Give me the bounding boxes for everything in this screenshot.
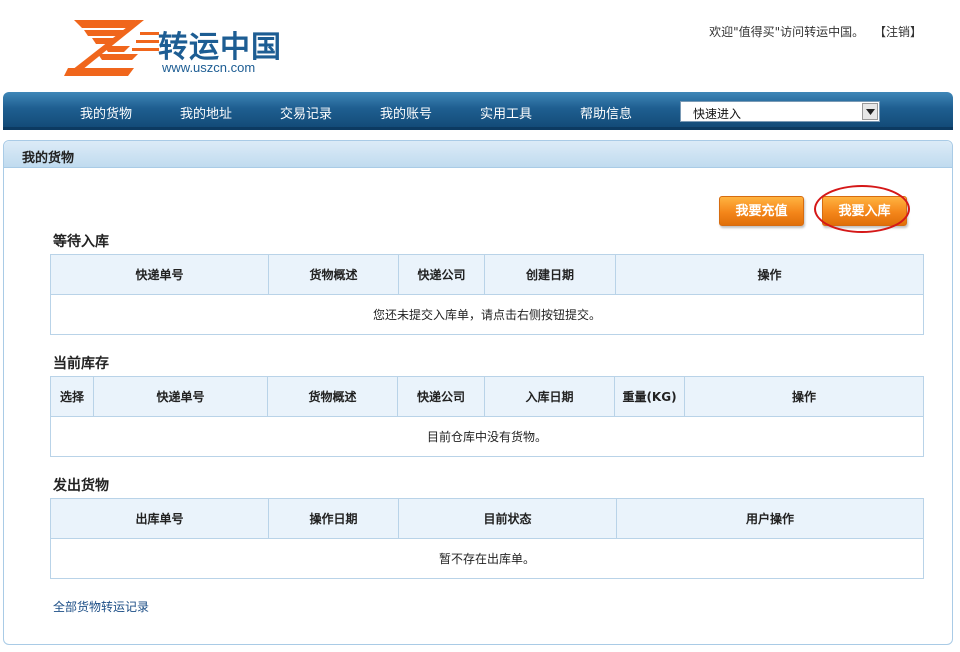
table-row: 目前仓库中没有货物。 (50, 416, 924, 457)
nav-transactions[interactable]: 交易记录 (280, 103, 332, 122)
col-operation-date: 操作日期 (268, 498, 399, 539)
inventory-section-title: 当前库存 (53, 356, 109, 372)
welcome-text: 欢迎"值得买"访问转运中国。 (709, 25, 865, 39)
logo-url: www.uszcn.com (162, 60, 256, 75)
empty-message: 目前仓库中没有货物。 (50, 416, 924, 457)
col-select: 选择 (50, 376, 94, 417)
recharge-button[interactable]: 我要充值 (719, 196, 804, 226)
col-user-actions: 用户操作 (616, 498, 924, 539)
site-logo[interactable]: 转运中国 www.uszcn.com (64, 20, 288, 78)
col-outbound-no: 出库单号 (50, 498, 269, 539)
my-goods-panel: 我的货物 我要充值 我要入库 等待入库 快递单号 货物概述 快递公司 创建日期 … (3, 140, 953, 645)
highlight-circle (814, 185, 910, 233)
shipped-table: 出库单号 操作日期 目前状态 用户操作 暂不存在出库单。 (50, 498, 924, 579)
logo-z-mark-icon (64, 20, 159, 76)
main-nav: 我的货物 我的地址 交易记录 我的账号 实用工具 帮助信息 快速进入 (3, 92, 953, 130)
empty-message: 您还未提交入库单，请点击右侧按钮提交。 (50, 294, 924, 335)
col-status: 目前状态 (398, 498, 617, 539)
shipped-section-title: 发出货物 (53, 478, 109, 494)
welcome-bar: 欢迎"值得买"访问转运中国。 【注销】 (709, 23, 922, 40)
table-header-row: 选择 快递单号 货物概述 快递公司 入库日期 重量(KG) 操作 (50, 376, 924, 417)
empty-message: 暂不存在出库单。 (50, 538, 924, 579)
logout-link[interactable]: 【注销】 (874, 25, 922, 39)
table-row: 您还未提交入库单，请点击右侧按钮提交。 (50, 294, 924, 335)
table-header-row: 快递单号 货物概述 快递公司 创建日期 操作 (50, 254, 924, 295)
col-weight: 重量(KG) (614, 376, 685, 417)
col-actions: 操作 (615, 254, 924, 295)
nav-my-address[interactable]: 我的地址 (180, 103, 232, 122)
panel-header: 我的货物 (4, 141, 952, 168)
nav-tools[interactable]: 实用工具 (480, 103, 532, 122)
col-actions: 操作 (684, 376, 924, 417)
quick-entry-select[interactable]: 快速进入 (680, 101, 880, 122)
col-tracking-no: 快递单号 (93, 376, 268, 417)
pending-section-title: 等待入库 (53, 234, 109, 250)
quick-entry-value: 快速进入 (693, 107, 742, 121)
dropdown-arrow-icon[interactable] (862, 103, 878, 120)
col-tracking-no: 快递单号 (50, 254, 269, 295)
col-courier: 快递公司 (397, 376, 485, 417)
pending-table: 快递单号 货物概述 快递公司 创建日期 操作 您还未提交入库单，请点击右侧按钮提… (50, 254, 924, 335)
table-row: 暂不存在出库单。 (50, 538, 924, 579)
col-description: 货物概述 (267, 376, 398, 417)
col-inbound-date: 入库日期 (484, 376, 615, 417)
col-description: 货物概述 (268, 254, 399, 295)
col-created-date: 创建日期 (484, 254, 616, 295)
panel-title: 我的货物 (22, 151, 75, 166)
table-header-row: 出库单号 操作日期 目前状态 用户操作 (50, 498, 924, 539)
nav-my-goods[interactable]: 我的货物 (80, 103, 132, 122)
nav-help[interactable]: 帮助信息 (580, 103, 632, 122)
nav-my-account[interactable]: 我的账号 (380, 103, 432, 122)
col-courier: 快递公司 (398, 254, 485, 295)
all-records-link[interactable]: 全部货物转运记录 (53, 598, 149, 615)
inventory-table: 选择 快递单号 货物概述 快递公司 入库日期 重量(KG) 操作 目前仓库中没有… (50, 376, 924, 457)
